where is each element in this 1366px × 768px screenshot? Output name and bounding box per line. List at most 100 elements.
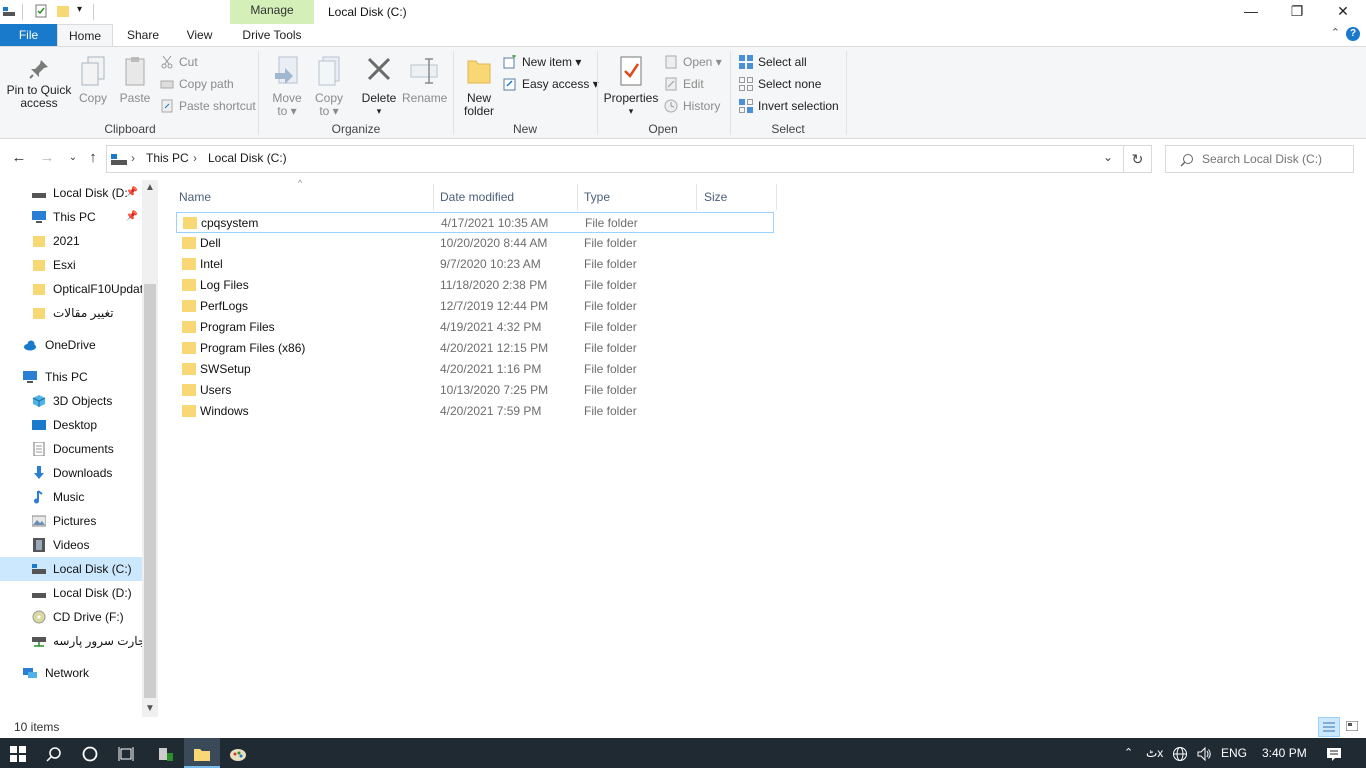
properties-qat-icon[interactable] [34,4,48,18]
clock[interactable]: 3:40 PM [1262,738,1307,768]
nav-documents[interactable]: Documents [0,437,142,461]
open-button[interactable]: Open ▾ [664,53,722,71]
copy-button[interactable]: Copy [76,55,110,105]
start-button[interactable] [0,738,36,768]
column-header-size[interactable]: Size [695,184,777,210]
nav-scrollbar[interactable]: ▲ ▼ [142,180,158,717]
paste-shortcut-button[interactable]: Paste shortcut [160,97,256,115]
tab-drive-tools[interactable]: Drive Tools [230,24,314,46]
input-indicator[interactable]: ٹx [1146,738,1163,768]
column-header-date-modified[interactable]: Date modified [431,184,578,210]
file-row[interactable]: Windows 4/20/2021 7:59 PM File folder [176,401,774,422]
restore-button[interactable]: ❐ [1274,0,1320,24]
pin-to-quick-access-button[interactable]: Pin to Quick access [4,57,74,110]
language-indicator[interactable]: ENG [1221,738,1247,768]
nav-local-disk-d[interactable]: Local Disk (D:) [0,581,142,605]
search-box[interactable] [1165,145,1354,173]
task-view-button[interactable] [108,738,144,768]
forward-arrow-icon[interactable]: → [38,149,56,167]
back-arrow-icon[interactable]: ← [10,149,28,167]
file-row[interactable]: Program Files 4/19/2021 4:32 PM File fol… [176,317,774,338]
nav-onedrive[interactable]: OneDrive [0,333,142,357]
move-to-button[interactable]: Move to ▾ [268,55,306,118]
recent-locations-chevron-icon[interactable]: ⌄ [64,149,82,167]
nav-local-disk-c[interactable]: Local Disk (C:) [0,557,142,581]
cortana-button[interactable] [72,738,108,768]
large-icons-view-button[interactable] [1342,717,1364,737]
easy-access-button[interactable]: Easy access ▾ [503,75,599,93]
new-folder-button[interactable]: New folder [459,55,499,118]
network-globe-icon[interactable] [1172,738,1188,768]
search-input[interactable] [1202,150,1350,168]
scroll-thumb[interactable] [144,284,156,698]
quick-access-item[interactable]: 2021 [0,229,142,253]
file-row[interactable]: Program Files (x86) 4/20/2021 12:15 PM F… [176,338,774,359]
file-row[interactable]: Dell 10/20/2020 8:44 AM File folder [176,233,774,254]
file-row[interactable]: Intel 9/7/2020 10:23 AM File folder [176,254,774,275]
quick-access-item[interactable]: OpticalF10Updat [0,277,142,301]
tab-share[interactable]: Share [117,24,169,46]
address-history-chevron-icon[interactable]: ⌄ [1103,150,1113,164]
paint-taskbar-button[interactable] [220,738,256,768]
nav-network[interactable]: Network [0,661,142,685]
scroll-up-arrow-icon[interactable]: ▲ [145,182,155,193]
cut-button[interactable]: Cut [160,53,198,71]
tab-home[interactable]: Home [57,24,113,46]
nav-downloads[interactable]: Downloads [0,461,142,485]
file-row[interactable]: Users 10/13/2020 7:25 PM File folder [176,380,774,401]
edit-button[interactable]: Edit [664,75,704,93]
invert-selection-button[interactable]: Invert selection [739,97,839,115]
up-arrow-icon[interactable]: ↑ [84,149,102,167]
file-row[interactable]: Log Files 11/18/2020 2:38 PM File folder [176,275,774,296]
nav-pictures[interactable]: Pictures [0,509,142,533]
address-bar[interactable]: › This PC › Local Disk (C:) ⌄ [106,145,1124,173]
copy-to-button[interactable]: Copy to ▾ [310,55,348,118]
quick-access-item[interactable]: تغییر مقالات [0,301,142,325]
file-explorer-taskbar-button[interactable] [184,738,220,768]
search-taskbar-button[interactable] [36,738,72,768]
select-none-button[interactable]: Select none [739,75,821,93]
action-center-icon[interactable] [1326,738,1342,768]
show-hidden-icons-chevron-icon[interactable]: ⌃ [1124,738,1133,768]
delete-button[interactable]: Delete ▾ [358,55,400,118]
tab-file[interactable]: File [0,24,57,46]
nav-music[interactable]: Music [0,485,142,509]
file-row[interactable]: SWSetup 4/20/2021 1:16 PM File folder [176,359,774,380]
rename-button[interactable]: Rename [402,55,447,105]
close-button[interactable]: ✕ [1320,0,1366,24]
quick-access-item[interactable]: Local Disk (D: 📌 [0,181,142,205]
breadcrumb-local-disk-c[interactable]: Local Disk (C:) [208,151,287,165]
nav-desktop[interactable]: Desktop [0,413,142,437]
volume-icon[interactable] [1196,738,1212,768]
refresh-icon[interactable]: ↻ [1124,145,1152,173]
nav-cd-drive-f[interactable]: CD Drive (F:) [0,605,142,629]
server-manager-taskbar-button[interactable] [148,738,184,768]
nav-network-drive[interactable]: تجارت سرور پارسه [0,629,142,653]
ribbon-collapse-icon[interactable]: ⌃ [1331,26,1340,39]
new-folder-qat-icon[interactable] [56,4,70,18]
column-header-name[interactable]: Name [170,184,434,210]
breadcrumb-this-pc[interactable]: This PC [146,151,189,165]
file-row[interactable]: PerfLogs 12/7/2019 12:44 PM File folder [176,296,774,317]
details-view-button[interactable] [1318,717,1340,737]
column-header-type[interactable]: Type [575,184,697,210]
tab-manage[interactable]: Manage [230,0,314,24]
new-item-button[interactable]: New item ▾ [503,53,581,71]
tab-view[interactable]: View [172,24,227,46]
copy-path-button[interactable]: Copy path [160,75,234,93]
nav-3d-objects[interactable]: 3D Objects [0,389,142,413]
nav-this-pc[interactable]: This PC [0,365,142,389]
select-all-button[interactable]: Select all [739,53,807,71]
minimize-button[interactable]: — [1228,0,1274,24]
quick-access-item[interactable]: This PC 📌 [0,205,142,229]
file-row[interactable]: cpqsystem 4/17/2021 10:35 AM File folder [176,212,774,233]
properties-button[interactable]: Properties ▾ [603,55,659,118]
quick-access-item[interactable]: Esxi [0,253,142,277]
history-button[interactable]: History [664,97,720,115]
paste-button[interactable]: Paste [118,55,152,105]
drive-icon[interactable] [2,4,16,18]
help-icon[interactable]: ? [1346,27,1360,41]
qat-customize-icon[interactable]: ▾ [77,4,82,15]
scroll-down-arrow-icon[interactable]: ▼ [145,703,155,714]
nav-videos[interactable]: Videos [0,533,142,557]
